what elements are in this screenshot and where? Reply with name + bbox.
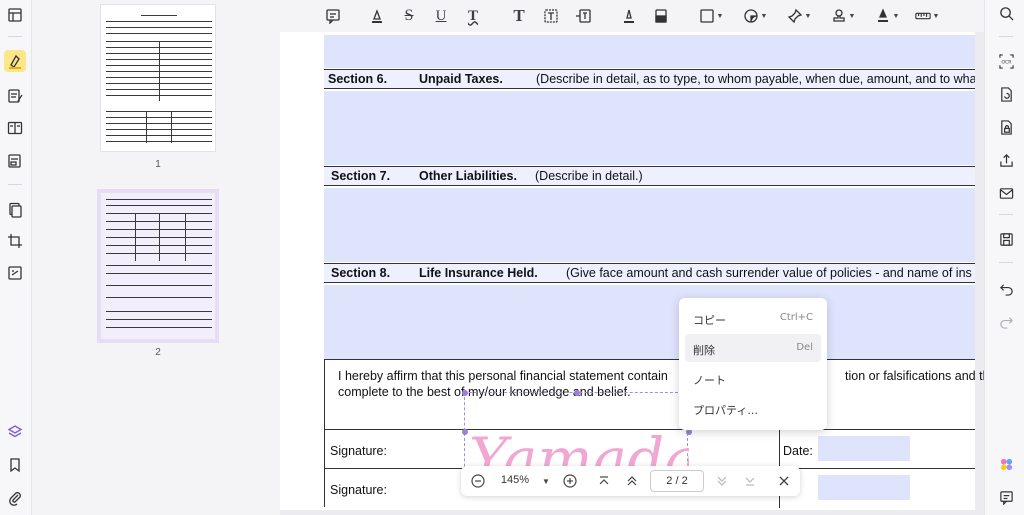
page-navigation-bar: 145% ▼ 2 / 2 <box>461 466 800 496</box>
compare-icon[interactable] <box>4 262 26 284</box>
ocr-icon[interactable]: OCR <box>997 52 1015 70</box>
first-page-icon[interactable] <box>595 472 613 490</box>
resize-handle-top[interactable] <box>574 390 580 396</box>
edit-text-icon[interactable] <box>4 85 26 107</box>
resize-handle-top-left[interactable] <box>462 390 468 396</box>
right-tool-rail: OCR <box>984 0 1024 515</box>
page-thumbnail-2-label: 2 <box>155 347 161 358</box>
context-menu-note[interactable]: ノート <box>685 364 821 392</box>
last-page-icon[interactable] <box>741 472 759 490</box>
organize-pages-icon[interactable] <box>4 199 26 221</box>
zoom-level[interactable]: 145% <box>497 474 533 486</box>
shape-dropdown-icon[interactable]: ▼ <box>696 5 726 27</box>
undo-icon[interactable] <box>997 279 1015 297</box>
eraser-icon[interactable] <box>650 5 672 27</box>
pdf-editor-app: 1 2 S U T T ▼ ▼ ▼ ▼ ▼ ▼ Section 6. Unpai… <box>0 0 1024 515</box>
signature-label-2: Signature: <box>330 483 387 497</box>
page-thumbnail-2[interactable] <box>97 189 219 343</box>
signature-label-1: Signature: <box>330 444 387 458</box>
form-field-section5[interactable] <box>324 35 975 68</box>
stamp-dropdown-icon[interactable]: ▼ <box>828 5 858 27</box>
save-icon[interactable] <box>997 230 1015 248</box>
zoom-out-icon[interactable] <box>469 472 487 490</box>
pdf-page: Section 6. Unpaid Taxes. (Describe in de… <box>280 32 984 510</box>
text-box-icon[interactable]: T <box>508 5 530 27</box>
pencil-icon[interactable] <box>618 5 640 27</box>
callout-icon[interactable] <box>572 5 594 27</box>
comment-highlight-icon[interactable] <box>4 50 26 72</box>
annotation-toolbar: S U T T ▼ ▼ ▼ ▼ ▼ ▼ <box>280 0 984 32</box>
reader-mode-icon[interactable] <box>4 117 26 139</box>
search-icon[interactable] <box>997 4 1015 22</box>
thumbnail-view-icon[interactable] <box>4 4 26 26</box>
attachment-icon[interactable] <box>4 487 26 509</box>
sticker-dropdown-icon[interactable]: ▼ <box>740 5 770 27</box>
close-navbar-icon[interactable] <box>775 472 793 490</box>
page-thumbnail-panel: 1 2 <box>32 0 280 515</box>
date-label-1: Date: <box>783 444 813 458</box>
previous-page-icon[interactable] <box>623 472 641 490</box>
form-field-section6[interactable] <box>324 91 975 165</box>
convert-icon[interactable] <box>997 85 1015 103</box>
form-field-section8[interactable] <box>324 285 975 359</box>
comment-note-icon[interactable] <box>322 5 344 27</box>
affirmation-text-line1-end: tion or falsifications and thi <box>845 369 984 383</box>
highlight-icon[interactable] <box>366 5 388 27</box>
pin-dropdown-icon[interactable]: ▼ <box>784 5 814 27</box>
zoom-in-icon[interactable] <box>561 472 579 490</box>
affirmation-text-line1: I hereby affirm that this personal finan… <box>338 369 668 383</box>
text-field-icon[interactable] <box>540 5 562 27</box>
resize-handle-left[interactable] <box>462 429 468 435</box>
date-field-1[interactable] <box>818 436 910 461</box>
comments-panel-icon[interactable] <box>997 488 1015 506</box>
zoom-dropdown-icon[interactable]: ▼ <box>539 472 553 490</box>
redo-icon[interactable] <box>997 312 1015 330</box>
context-menu-copy[interactable]: コピー Ctrl+C <box>685 304 821 332</box>
section-8-header: Section 8. Life Insurance Held. (Give fa… <box>324 263 975 283</box>
page-thumbnail-1-label: 1 <box>155 159 161 170</box>
page-thumbnail-1[interactable] <box>100 4 216 152</box>
form-field-section7[interactable] <box>324 188 975 262</box>
context-menu-delete[interactable]: 削除 Del <box>685 334 821 362</box>
strikethrough-icon[interactable]: S <box>398 5 420 27</box>
next-page-icon[interactable] <box>713 472 731 490</box>
context-menu: コピー Ctrl+C 削除 Del ノート プロパティ... <box>679 298 827 430</box>
ai-assistant-icon[interactable] <box>997 455 1015 473</box>
document-viewport: Section 6. Unpaid Taxes. (Describe in de… <box>280 32 984 515</box>
left-tool-rail <box>0 0 32 515</box>
crop-icon[interactable] <box>4 230 26 252</box>
context-menu-properties[interactable]: プロパティ... <box>685 394 821 422</box>
signature-dropdown-icon[interactable]: ▼ <box>872 5 902 27</box>
layers-icon[interactable] <box>4 421 26 443</box>
section-6-header: Section 6. Unpaid Taxes. (Describe in de… <box>324 69 975 89</box>
section-7-header: Section 7. Other Liabilities. (Describe … <box>324 166 975 186</box>
squiggly-icon[interactable]: T <box>462 5 484 27</box>
bookmark-icon[interactable] <box>4 454 26 476</box>
svg-text:OCR: OCR <box>1001 59 1012 65</box>
page-number-input[interactable]: 2 / 2 <box>650 470 704 492</box>
underline-icon[interactable]: U <box>430 5 452 27</box>
share-icon[interactable] <box>997 151 1015 169</box>
form-fill-icon[interactable] <box>4 150 26 172</box>
measure-dropdown-icon[interactable]: ▼ <box>910 5 944 27</box>
protect-icon[interactable] <box>997 118 1015 136</box>
date-field-2[interactable] <box>818 475 910 500</box>
email-icon[interactable] <box>997 184 1015 202</box>
